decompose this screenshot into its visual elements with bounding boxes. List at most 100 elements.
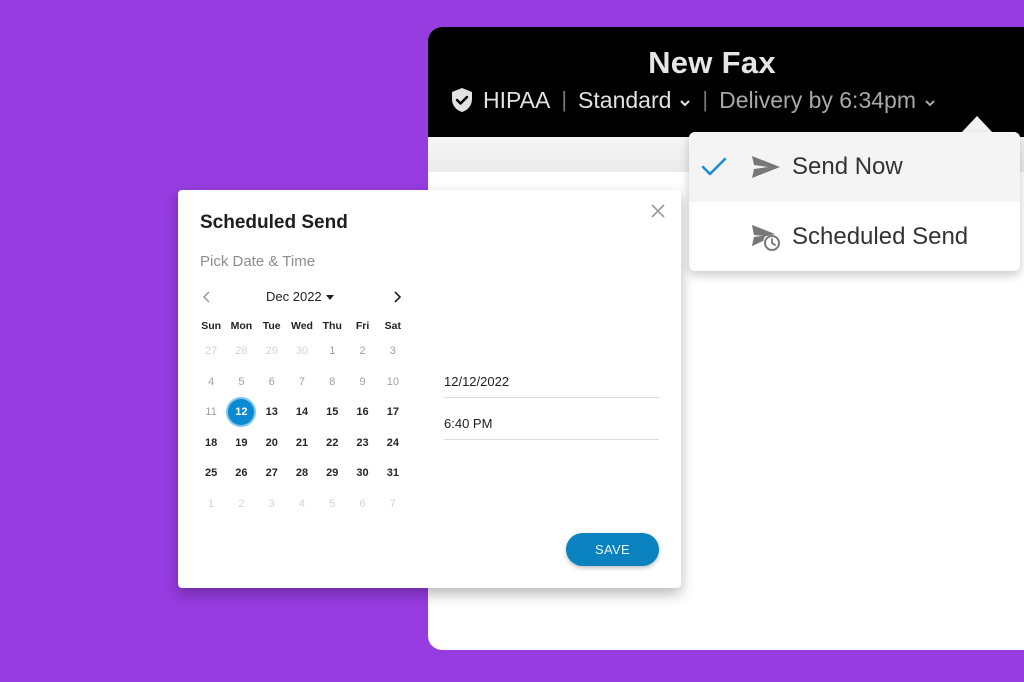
calendar-day: 3 (378, 338, 408, 364)
quality-dropdown[interactable]: Standard (578, 87, 691, 114)
scheduled-send-icon (752, 225, 780, 251)
calendar-day: 30 (287, 338, 317, 364)
weekday-label: Sat (384, 320, 401, 332)
day-number: 3 (389, 345, 396, 358)
calendar-day: 4 (287, 491, 317, 517)
calendar-day[interactable]: 23 (347, 430, 377, 456)
caret-down-icon (325, 295, 334, 301)
calendar-week-row: 11 12 13 14 15 16 17 (196, 397, 408, 428)
day-number: 9 (359, 375, 366, 388)
day-number: 15 (326, 406, 339, 419)
weekday-label: Sun (201, 320, 222, 332)
calendar-day: 10 (378, 369, 408, 395)
day-number: 4 (208, 375, 215, 388)
day-number: 28 (235, 345, 248, 358)
day-number: 1 (208, 497, 215, 510)
calendar-day[interactable]: 18 (196, 430, 226, 456)
calendar-day[interactable]: 27 (257, 460, 287, 486)
calendar-day[interactable]: 24 (378, 430, 408, 456)
calendar-day: 2 (226, 491, 256, 517)
dialog-title: Scheduled Send (200, 212, 348, 233)
calendar-day: 7 (287, 369, 317, 395)
calendar-day-selected[interactable]: 12 (226, 399, 256, 426)
day-number: 1 (329, 345, 336, 358)
day-number: 18 (205, 436, 218, 449)
day-number: 28 (295, 467, 309, 480)
calendar-day: 5 (226, 369, 256, 395)
day-number: 11 (205, 406, 217, 419)
calendar-day: 11 (196, 399, 226, 425)
calendar-day[interactable]: 29 (317, 460, 347, 486)
calendar-day[interactable]: 17 (378, 399, 408, 425)
calendar-day: 6 (347, 491, 377, 517)
checkmark-icon (701, 157, 727, 176)
menu-item-scheduled-send[interactable]: Scheduled Send (689, 202, 1020, 272)
calendar-day: 29 (257, 338, 287, 364)
fax-title: New Fax (648, 45, 776, 80)
calendar-week-row: 1 2 3 4 5 6 7 (196, 489, 408, 520)
weekday-label: Mon (230, 320, 253, 332)
calendar-day: 8 (317, 369, 347, 395)
day-number: 14 (295, 406, 309, 419)
day-number: 10 (386, 375, 399, 388)
day-number: 6 (359, 497, 366, 510)
time-field[interactable]: 6:40 PM (444, 416, 659, 440)
calendar-day[interactable]: 31 (378, 460, 408, 486)
calendar-day: 1 (317, 338, 347, 364)
day-number: 2 (359, 345, 366, 358)
calendar-day[interactable]: 13 (257, 399, 287, 425)
calendar-day: 27 (196, 338, 226, 364)
calendar-day: 5 (317, 491, 347, 517)
save-button[interactable]: SAVE (566, 533, 659, 566)
close-icon[interactable] (649, 202, 667, 220)
calendar-day[interactable]: 25 (196, 460, 226, 486)
calendar-day[interactable]: 28 (287, 460, 317, 486)
day-number: 4 (298, 497, 306, 510)
day-number: 8 (329, 375, 336, 388)
delivery-dropdown[interactable]: Delivery by 6:34pm (719, 87, 936, 114)
month-label: Dec 2022 (266, 289, 322, 304)
calendar-day[interactable]: 16 (347, 399, 377, 425)
calendar-week-row: 18 19 20 21 22 23 24 (196, 428, 408, 459)
chevron-right-icon[interactable] (390, 288, 404, 306)
date-field[interactable]: 12/12/2022 (444, 374, 659, 398)
day-number: 5 (238, 375, 245, 388)
calendar-day[interactable]: 26 (226, 460, 256, 486)
day-number: 13 (265, 406, 278, 419)
separator: | (561, 87, 568, 112)
day-number: 2 (238, 497, 245, 510)
day-number: 12 (228, 399, 255, 426)
month-year-selector[interactable]: Dec 2022 (266, 289, 334, 304)
day-number: 21 (295, 436, 309, 449)
calendar-day[interactable]: 22 (317, 430, 347, 456)
chevron-down-icon (925, 99, 935, 106)
calendar-week-row: 27 28 29 30 1 2 3 (196, 336, 408, 367)
chevron-left-icon[interactable] (200, 288, 214, 306)
scheduled-send-dialog: Scheduled Send Pick Date & Time Dec 2022… (178, 190, 681, 588)
calendar-day[interactable]: 15 (317, 399, 347, 425)
weekday-header: Sun Mon Tue Wed Thu Fri Sat (196, 316, 408, 336)
quality-label: Standard (578, 86, 672, 113)
calendar-day[interactable]: 30 (347, 460, 377, 486)
calendar-day[interactable]: 20 (257, 430, 287, 456)
fax-options-bar: HIPAA | Standard | Delivery by 6:34pm (450, 85, 936, 115)
send-options-menu: Send Now Scheduled Send (689, 132, 1020, 271)
day-number: 27 (205, 345, 218, 358)
calendar-day[interactable]: 14 (287, 399, 317, 425)
day-number: 25 (205, 467, 218, 480)
menu-item-send-now[interactable]: Send Now (689, 132, 1020, 202)
calendar-day[interactable]: 21 (287, 430, 317, 456)
hipaa-label: HIPAA (483, 86, 551, 113)
calendar-day: 3 (257, 491, 287, 517)
day-number: 7 (389, 497, 396, 510)
day-number: 31 (386, 467, 399, 480)
dialog-subtitle: Pick Date & Time (200, 253, 316, 270)
calendar-navigation: Dec 2022 (200, 288, 410, 308)
calendar-grid: Sun Mon Tue Wed Thu Fri Sat 27 28 29 30 1 2 3 4 5 6 7 8 9 1… (196, 316, 408, 519)
day-number: 20 (265, 436, 278, 449)
day-number: 23 (356, 436, 369, 449)
fax-header: New Fax HIPAA | Standard | Delivery by 6… (428, 27, 1024, 137)
day-number: 30 (295, 345, 309, 358)
weekday-label: Thu (322, 320, 342, 332)
calendar-day[interactable]: 19 (226, 430, 256, 456)
